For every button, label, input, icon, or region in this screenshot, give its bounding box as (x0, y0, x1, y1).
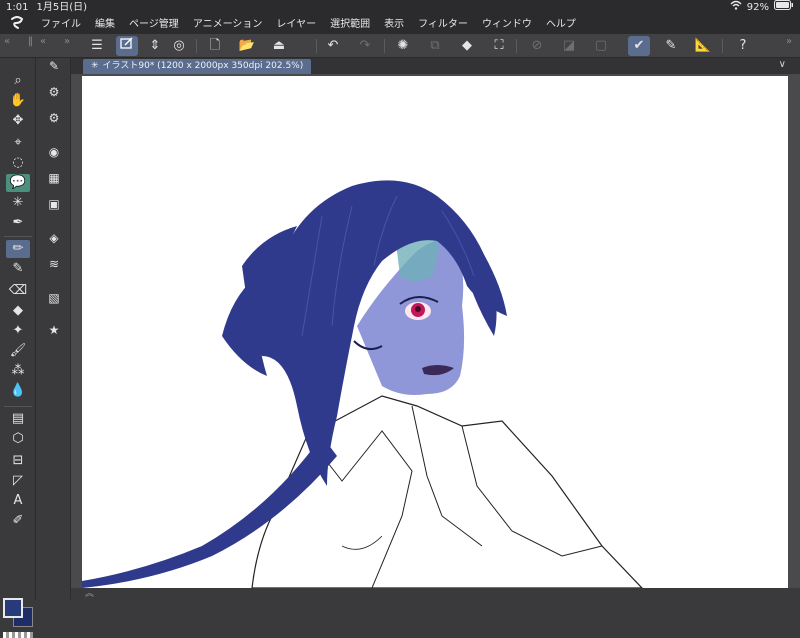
menu-selection[interactable]: 選択範囲 (323, 16, 377, 34)
magic-wand-icon[interactable]: ✳ (6, 194, 30, 212)
battery-icon (774, 0, 794, 16)
simple-mode-icon[interactable] (116, 36, 138, 56)
gradient-tool-icon[interactable]: ▤ (6, 410, 30, 428)
toolbar-separator (722, 39, 723, 53)
fill-tool-icon[interactable]: ◆ (6, 302, 30, 320)
tab-document[interactable]: ✳ イラスト90* (1200 x 2000px 350dpi 202.5%) (83, 59, 312, 74)
eyedropper-icon[interactable]: ✒ (6, 214, 30, 232)
tool-separator (4, 406, 32, 407)
hand-tool-icon[interactable]: ✋ (6, 92, 30, 110)
expand-up-icon[interactable]: ︽ (85, 589, 94, 599)
transform-icon[interactable]: ⛶ (488, 36, 510, 56)
panel-split-icon[interactable]: ‖ (28, 36, 33, 47)
status-right: 92% (730, 0, 794, 16)
menu-window[interactable]: ウィンドウ (475, 16, 539, 34)
menu-help[interactable]: ヘルプ (539, 16, 583, 34)
artwork-illustration (82, 180, 643, 588)
chevron-down-icon[interactable]: ∨ (779, 59, 786, 70)
sub-tool-panel: ✎ ⚙ ⚙ ◉ ▦ ▣ ◈ ≋ ▧ ★ (37, 58, 71, 600)
collapse-right-icon[interactable]: » (786, 36, 792, 47)
loading-spinner-icon[interactable]: ✺ (392, 36, 414, 56)
tool-palette: ⌕ ✋ ✥ ⌖ ◌ 💬 ✳ ✒ ✏ ✎ ⌫ ◆ ✦ 🖌 ⁂ 💧 ▤ ⬡ ⊟ ◸ … (0, 58, 36, 638)
new-file-icon[interactable]: 🗋 (204, 36, 226, 56)
menu-layer[interactable]: レイヤー (269, 16, 323, 34)
pen-snap-icon[interactable]: ✔ (628, 36, 650, 56)
airbrush-tool-icon[interactable]: ⁂ (6, 362, 30, 380)
sub-tool-pen-icon[interactable]: ✎ (44, 56, 64, 76)
blend-tool-icon[interactable]: 💧 (6, 382, 30, 400)
selection-tool-icon[interactable]: 💬 (6, 174, 30, 192)
sub-tool-detail-icon[interactable]: ⚙ (44, 108, 64, 128)
clear-outside-icon[interactable]: ⊘ (526, 36, 548, 56)
fill-bucket-icon[interactable]: ◆ (456, 36, 478, 56)
figure-tool-icon[interactable]: ⬡ (6, 430, 30, 448)
bottom-bar: ︽ (71, 588, 800, 600)
color-wheel-icon[interactable]: ◉ (44, 142, 64, 162)
toolbar-separator (516, 39, 517, 53)
canvas-area (71, 74, 800, 600)
wifi-icon (730, 0, 742, 16)
lasso-tool-icon[interactable]: ◌ (6, 154, 30, 172)
collapse-sub-icon[interactable]: « (40, 36, 46, 47)
color-history-icon[interactable]: ▣ (44, 194, 64, 214)
menu-file[interactable]: ファイル (34, 16, 88, 34)
help-icon[interactable]: ? (732, 36, 754, 56)
pencil-tool-icon[interactable]: ✎ (6, 260, 30, 278)
app-logo-icon[interactable] (0, 15, 34, 35)
menu-edit[interactable]: 編集 (88, 16, 122, 34)
brush-snap-icon[interactable]: ✎ (660, 36, 682, 56)
main-color-swatch[interactable] (3, 598, 23, 618)
toolbar-separator (196, 39, 197, 53)
sparkle-tool-icon[interactable]: ✦ (6, 322, 30, 340)
layer-property-icon[interactable]: ◈ (44, 228, 64, 248)
correct-line-icon[interactable]: ✐ (6, 512, 30, 530)
copy-layer-icon[interactable]: ⧉ (424, 36, 446, 56)
sub-tool-settings-icon[interactable]: ⚙ (44, 82, 64, 102)
brush-tool-icon[interactable]: 🖌 (6, 342, 30, 360)
status-time: 1:01 (6, 2, 29, 13)
toolbar-separator (384, 39, 385, 53)
ruler-snap-icon[interactable]: 📐 (692, 36, 714, 56)
text-tool-icon[interactable]: A (6, 492, 30, 510)
switch-arrows-icon[interactable]: ⇕ (144, 36, 166, 56)
expand-sub-icon[interactable]: » (64, 36, 70, 47)
save-icon[interactable]: ⏏ (268, 36, 290, 56)
menu-bar: ファイル 編集 ページ管理 アニメーション レイヤー 選択範囲 表示 フィルター… (0, 16, 800, 34)
select-layer-icon[interactable]: ▢ (590, 36, 612, 56)
move-tool-icon[interactable]: ✥ (6, 112, 30, 130)
pen-tool-icon[interactable]: ✏ (6, 240, 30, 258)
status-bar: 1:01 1月5日(日) 92% (0, 0, 800, 16)
color-set-icon[interactable]: ▦ (44, 168, 64, 188)
layer-panel-icon[interactable]: ≋ (44, 254, 64, 274)
eraser-tool-icon[interactable]: ⌫ (6, 282, 30, 300)
fill-selection-icon[interactable]: ◪ (558, 36, 580, 56)
undo-icon[interactable]: ↶ (322, 36, 344, 56)
redo-icon[interactable]: ↷ (354, 36, 376, 56)
transparent-color-swatch[interactable] (3, 632, 33, 638)
favorite-icon[interactable]: ★ (44, 320, 64, 340)
command-bar: « ‖ « » ☰ ⇕ ◎ 🗋 📂 ⏏ ↶ ↷ ✺ ⧉ ◆ ⛶ ⊘ ◪ ▢ ✔ … (0, 34, 800, 58)
material-panel-icon[interactable]: ▧ (44, 288, 64, 308)
collapse-left-icon[interactable]: « (4, 36, 10, 47)
object-select-icon[interactable]: ⌖ (6, 134, 30, 152)
zoom-tool-icon[interactable]: ⌕ (6, 72, 30, 90)
menu-page[interactable]: ページ管理 (122, 16, 186, 34)
open-folder-icon[interactable]: 📂 (236, 36, 258, 56)
status-date: 1月5日(日) (36, 2, 87, 13)
menu-view[interactable]: 表示 (377, 16, 411, 34)
ruler-tool-icon[interactable]: ◸ (6, 472, 30, 490)
drawing-canvas[interactable] (82, 76, 788, 588)
tool-separator (4, 236, 32, 237)
menu-animation[interactable]: アニメーション (186, 16, 270, 34)
hamburger-menu-icon[interactable]: ☰ (86, 36, 108, 56)
tab-title: イラスト90* (1200 x 2000px 350dpi 202.5%) (102, 61, 304, 71)
battery-percent: 92% (746, 2, 769, 13)
tab-close-icon[interactable]: ✳ (91, 61, 99, 71)
companion-icon[interactable]: ◎ (168, 36, 190, 56)
toolbar-separator (316, 39, 317, 53)
frame-tool-icon[interactable]: ⊟ (6, 452, 30, 470)
menu-filter[interactable]: フィルター (411, 16, 475, 34)
document-tab-bar: ✳ イラスト90* (1200 x 2000px 350dpi 202.5%) ∨ (71, 58, 800, 74)
